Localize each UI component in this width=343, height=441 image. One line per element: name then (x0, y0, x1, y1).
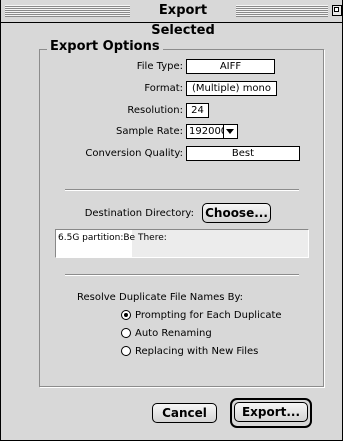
radio-unselected-icon (121, 328, 131, 338)
file-type-label: File Type: (136, 61, 183, 72)
chevron-down-icon (223, 125, 237, 138)
separator-1 (65, 189, 299, 191)
format-field[interactable]: (Multiple) mono (186, 81, 277, 96)
resolution-label: Resolution: (127, 105, 183, 116)
file-type-field[interactable]: AIFF (186, 59, 275, 74)
radio-selected-icon (121, 310, 131, 320)
destination-path: 6.5G partition:Be There: (58, 233, 167, 243)
zoom-box-icon[interactable] (332, 5, 342, 16)
sample-rate-popup[interactable]: 192000 (186, 124, 238, 139)
title-bar[interactable]: Export Selected (1, 0, 342, 38)
format-label: Format: (144, 83, 183, 94)
cancel-button[interactable]: Cancel (152, 403, 217, 423)
conversion-quality-field[interactable]: Best (186, 146, 300, 161)
title-stripes-left (5, 5, 130, 17)
title-stripes-right (236, 5, 328, 17)
radio-prompting-label: Prompting for Each Duplicate (135, 310, 282, 321)
separator-2 (65, 274, 299, 276)
export-button-ring: Export... (230, 398, 312, 428)
destination-label: Destination Directory: (84, 208, 194, 219)
duplicates-label: Resolve Duplicate File Names By: (77, 292, 244, 303)
export-dialog: Export Selected Export Options File Type… (0, 0, 343, 441)
conversion-quality-label: Conversion Quality: (85, 148, 183, 159)
radio-replacing-label: Replacing with New Files (135, 346, 259, 357)
resolution-field[interactable]: 24 (186, 103, 209, 118)
sample-rate-value: 192000 (189, 126, 228, 137)
radio-auto-renaming-label: Auto Renaming (135, 328, 212, 339)
radio-unselected-icon (121, 346, 131, 356)
sample-rate-label: Sample Rate: (116, 126, 183, 137)
destination-path-box: 6.5G partition:Be There: (55, 229, 309, 258)
choose-button[interactable]: Choose... (202, 203, 271, 223)
group-title: Export Options (47, 39, 163, 54)
export-button[interactable]: Export... (234, 402, 308, 422)
window-title: Export Selected (133, 1, 233, 38)
